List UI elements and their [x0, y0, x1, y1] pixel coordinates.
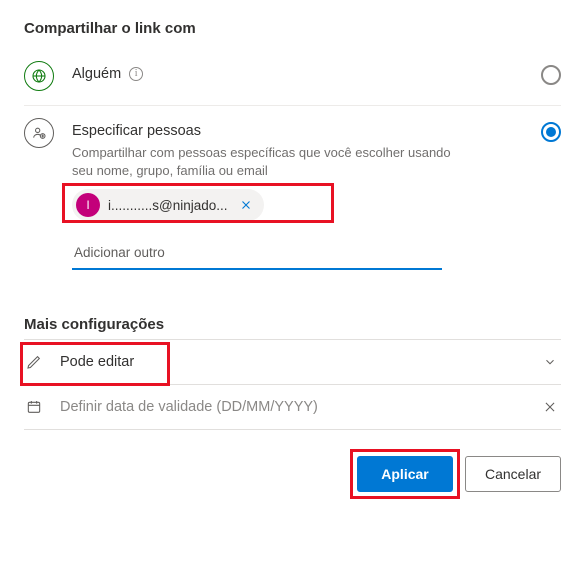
- radio-specific[interactable]: [541, 122, 561, 142]
- option-specific-desc: Compartilhar com pessoas específicas que…: [72, 144, 452, 179]
- option-anyone-label: Alguém: [72, 66, 121, 82]
- expiry-row[interactable]: Definir data de validade (DD/MM/YYYY): [24, 385, 561, 430]
- calendar-icon: [24, 399, 44, 415]
- pencil-icon: [24, 354, 44, 370]
- apply-button[interactable]: Aplicar: [357, 456, 453, 492]
- avatar: I: [76, 193, 100, 217]
- info-icon[interactable]: i: [129, 67, 143, 81]
- people-chip[interactable]: I i...........s@ninjado...: [72, 189, 264, 221]
- add-people-input[interactable]: [72, 239, 442, 270]
- globe-icon: [24, 61, 54, 91]
- chip-email: i...........s@ninjado...: [108, 198, 228, 213]
- permission-row[interactable]: Pode editar: [24, 339, 561, 385]
- option-anyone[interactable]: Alguém i: [24, 55, 561, 106]
- chip-remove-icon[interactable]: [236, 199, 256, 211]
- radio-anyone[interactable]: [541, 65, 561, 85]
- share-section-title: Compartilhar o link com: [24, 20, 561, 37]
- people-add-icon: [24, 118, 54, 148]
- clear-expiry-icon[interactable]: [543, 400, 561, 414]
- permission-label: Pode editar: [60, 354, 527, 370]
- expiry-placeholder: Definir data de validade (DD/MM/YYYY): [60, 399, 527, 415]
- option-specific-label: Especificar pessoas: [72, 123, 201, 139]
- option-specific-people[interactable]: Especificar pessoas Compartilhar com pes…: [24, 112, 561, 280]
- chevron-down-icon[interactable]: [543, 355, 561, 369]
- more-settings-title: Mais configurações: [24, 316, 561, 333]
- cancel-button[interactable]: Cancelar: [465, 456, 561, 492]
